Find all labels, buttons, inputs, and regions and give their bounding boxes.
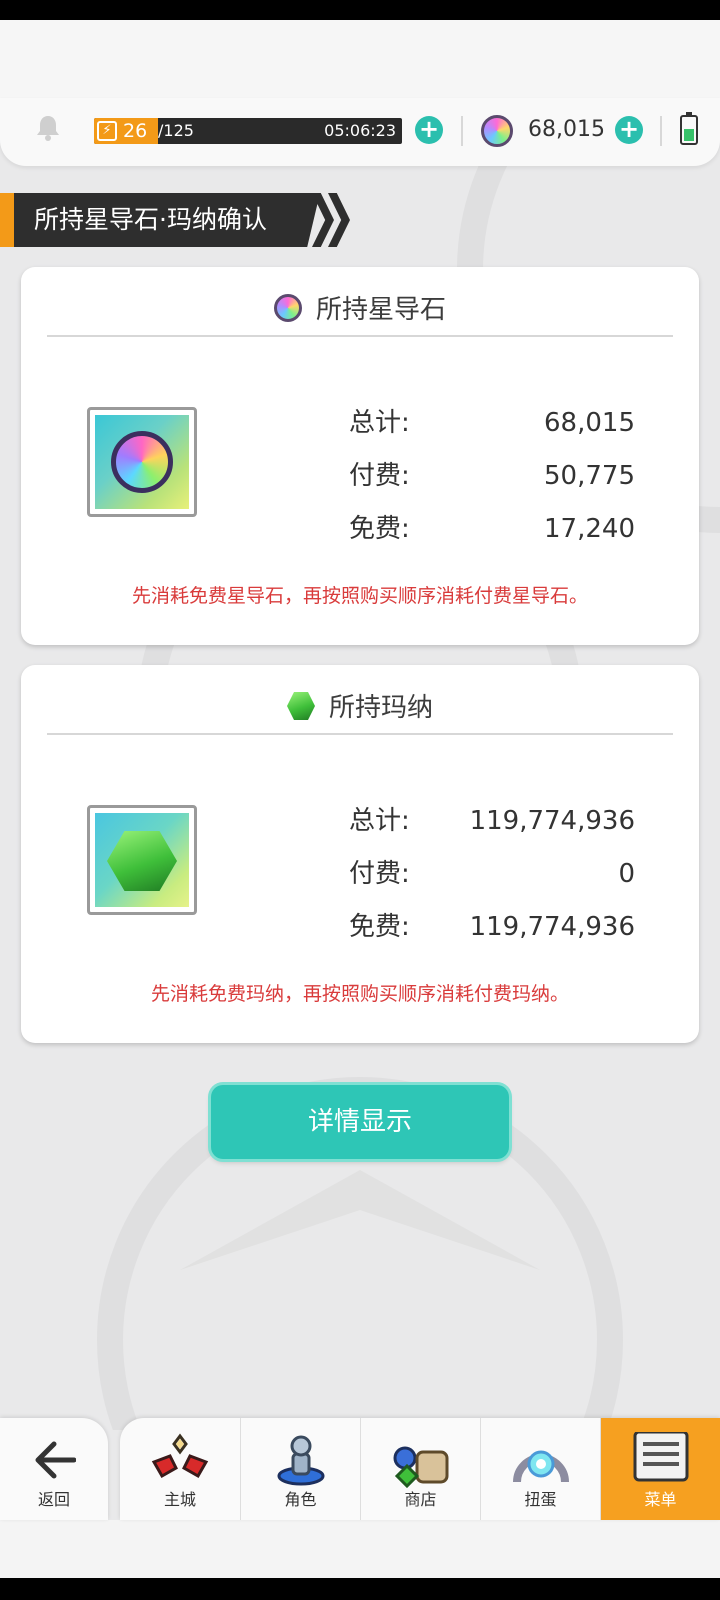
total-value: 119,774,936	[469, 806, 635, 836]
tab-main-city[interactable]: 主城	[120, 1418, 240, 1520]
status-bar-bottom	[0, 1578, 720, 1600]
resource-header: ⚡ 26 /125 05:06:23 + 68,015 +	[0, 98, 720, 166]
gem-count: 68,015	[528, 117, 605, 142]
tab-character[interactable]: 角色	[240, 1418, 360, 1520]
bell-icon[interactable]	[32, 112, 64, 144]
stamina-max: /125	[158, 121, 194, 140]
status-bar-top	[0, 0, 720, 20]
character-icon	[277, 1435, 325, 1486]
stamina-bar: ⚡ 26 /125 05:06:23	[94, 118, 402, 144]
mana-card: 所持玛纳 总计: 119,774,936 付费: 0 免费: 119,774,9…	[21, 665, 699, 1043]
add-stamina-button[interactable]: +	[415, 116, 443, 144]
divider	[47, 733, 673, 735]
free-row: 免费: 119,774,936	[21, 907, 699, 947]
back-label: 返回	[37, 1490, 70, 1509]
total-value: 68,015	[544, 408, 635, 438]
stamina-current: 26	[123, 120, 148, 142]
card-title: 所持星导石	[21, 289, 699, 326]
back-button[interactable]: 返回	[0, 1418, 108, 1520]
tab-menu[interactable]: 菜单	[600, 1418, 720, 1520]
gacha-portal-icon	[513, 1450, 569, 1483]
banner-accent	[0, 193, 14, 247]
paid-row: 付费: 50,775	[21, 456, 699, 496]
free-value: 17,240	[544, 514, 635, 544]
nav-footer	[0, 1520, 720, 1578]
divider	[47, 335, 673, 337]
lightning-icon: ⚡	[97, 121, 117, 141]
tab-shop[interactable]: 商店	[360, 1418, 480, 1520]
add-gem-button[interactable]: +	[615, 116, 643, 144]
detail-button[interactable]: 详情显示	[211, 1085, 509, 1159]
paid-value: 50,775	[544, 461, 635, 491]
crystal-icon	[151, 1433, 209, 1479]
star-stone-icon	[273, 294, 302, 322]
consumption-note: 先消耗免费玛纳，再按照购买顺序消耗付费玛纳。	[150, 983, 569, 1005]
page-title-banner: 所持星导石·玛纳确认	[0, 193, 320, 247]
free-row: 免费: 17,240	[21, 509, 699, 549]
star-stone-card: 所持星导石 总计: 68,015 付费: 50,775 免费: 17,240 先…	[21, 267, 699, 645]
total-row: 总计: 68,015	[21, 403, 699, 443]
stamina-timer: 05:06:23	[324, 121, 396, 140]
free-value: 119,774,936	[469, 912, 635, 942]
paid-value: 0	[618, 859, 635, 889]
menu-list-icon	[633, 1432, 689, 1482]
mana-icon	[286, 692, 315, 720]
shop-bag-icon	[393, 1446, 449, 1488]
battery-icon	[680, 112, 698, 145]
consumption-note: 先消耗免费星导石，再按照购买顺序消耗付费星导石。	[131, 585, 588, 607]
page-title: 所持星导石·玛纳确认	[34, 205, 267, 234]
star-stone-icon	[481, 115, 513, 147]
divider	[461, 116, 463, 146]
card-title: 所持玛纳	[21, 687, 699, 724]
arrow-left-icon	[35, 1441, 76, 1479]
divider	[660, 116, 662, 146]
tab-gacha[interactable]: 扭蛋	[480, 1418, 600, 1520]
paid-row: 付费: 0	[21, 854, 699, 894]
bottom-nav: 主城 角色 商店 扭蛋 菜单	[120, 1418, 720, 1520]
total-row: 总计: 119,774,936	[21, 801, 699, 841]
top-area	[0, 20, 720, 110]
